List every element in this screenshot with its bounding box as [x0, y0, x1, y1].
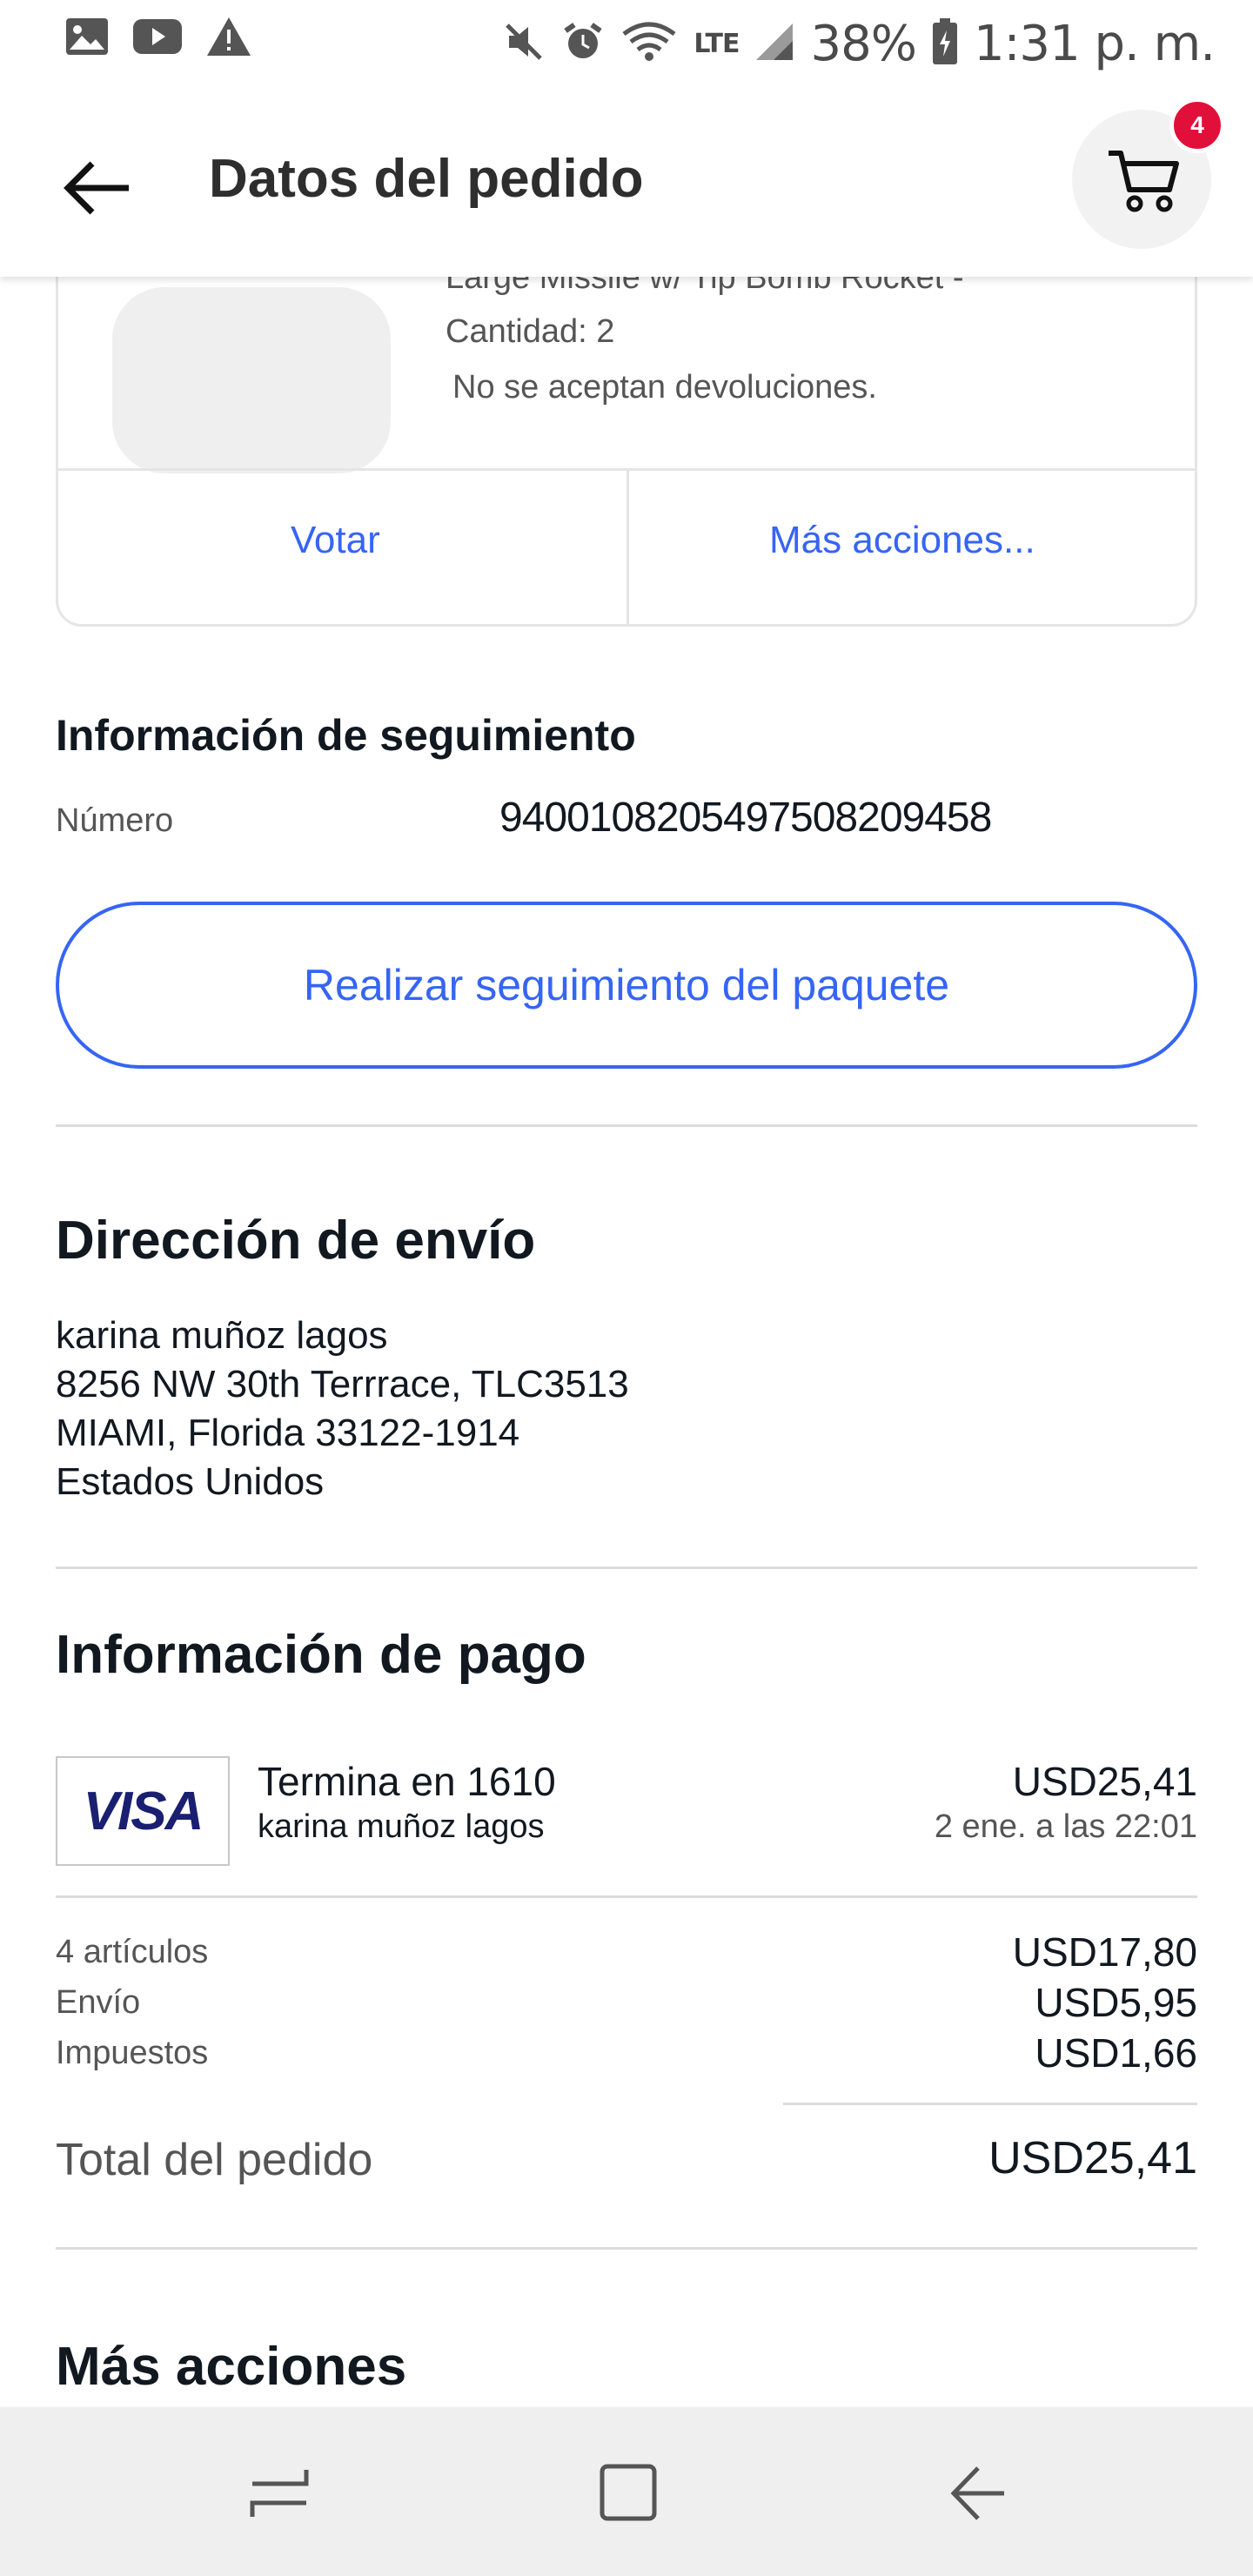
mute-icon: [502, 20, 546, 68]
item-returns-policy: No se aceptan devoluciones.: [452, 369, 877, 406]
order-details-content: Large Missile w/ Tip Bomb Rocket - Canti…: [0, 0, 1253, 2576]
wifi-icon: [620, 20, 678, 68]
home-icon: [599, 2463, 660, 2528]
address-country: Estados Unidos: [56, 1460, 325, 1503]
recents-icon: [249, 2465, 310, 2526]
tracking-title: Información de seguimiento: [56, 711, 636, 760]
subtotal-divider: [783, 2103, 1197, 2105]
card-ends-text: Termina en 1610: [258, 1759, 556, 1804]
youtube-icon: [132, 17, 183, 60]
summary-shipping-value: USD5,95: [1035, 1980, 1197, 2025]
app-bar: Datos del pedido: [0, 87, 1253, 277]
back-button[interactable]: [56, 144, 143, 231]
cart-icon: [1107, 148, 1180, 218]
summary-items-value: USD17,80: [1012, 1929, 1197, 1975]
more-actions-button[interactable]: Más acciones...: [769, 519, 1035, 562]
status-bar: LTE 38% 1:31 p. m.: [0, 0, 1253, 87]
divider: [56, 1895, 1197, 1898]
status-system-icons: LTE 38% 1:31 p. m.: [502, 9, 1216, 78]
system-nav-bar: [0, 2407, 1253, 2576]
image-icon: [64, 17, 110, 61]
card-holder-name: karina muñoz lagos: [258, 1808, 545, 1845]
item-thumbnail[interactable]: [112, 287, 391, 473]
card-vertical-divider: [626, 470, 629, 625]
clock: 1:31 p. m.: [973, 15, 1216, 72]
divider: [56, 2247, 1197, 2250]
payment-title: Información de pago: [56, 1625, 586, 1685]
arrow-left-icon: [56, 161, 143, 235]
summary-shipping-label: Envío: [56, 1984, 141, 2021]
battery-percent: 38%: [810, 15, 916, 72]
tracking-number-label: Número: [56, 802, 174, 839]
payment-date: 2 ene. a las 22:01: [934, 1808, 1197, 1845]
battery-icon: [932, 17, 958, 70]
visa-card-logo: VISA: [56, 1756, 230, 1866]
divider: [56, 1566, 1197, 1569]
page-title: Datos del pedido: [209, 149, 644, 209]
shipping-title: Dirección de envío: [56, 1211, 536, 1271]
address-street: 8256 NW 30th Terrrace, TLC3513: [56, 1363, 629, 1405]
summary-taxes-label: Impuestos: [56, 2035, 209, 2071]
item-quantity: Cantidad: 2: [446, 313, 615, 350]
address-city: MIAMI, Florida 33122-1914: [56, 1412, 520, 1454]
tracking-number: 9400108205497508209458: [499, 795, 992, 841]
track-package-button[interactable]: Realizar seguimiento del paquete: [56, 902, 1197, 1069]
recents-button[interactable]: [200, 2433, 357, 2546]
alarm-icon: [561, 20, 605, 68]
order-total-value: USD25,41: [988, 2133, 1197, 2184]
payment-amount: USD25,41: [1012, 1759, 1197, 1804]
signal-icon: [754, 22, 794, 66]
network-type: LTE: [694, 28, 740, 59]
more-actions-title: Más acciones: [56, 2337, 407, 2397]
nav-back-icon: [948, 2463, 1009, 2528]
order-total-label: Total del pedido: [56, 2135, 373, 2185]
divider: [56, 1124, 1197, 1127]
status-notification-icons: [64, 16, 252, 62]
cart-count-badge: 4: [1169, 97, 1225, 153]
warning-icon: [205, 16, 252, 62]
vote-button[interactable]: Votar: [291, 519, 380, 562]
summary-items-label: 4 artículos: [56, 1934, 209, 1970]
summary-taxes-value: USD1,66: [1035, 2030, 1197, 2076]
nav-back-button[interactable]: [901, 2433, 1058, 2546]
home-button[interactable]: [550, 2433, 707, 2546]
address-name: karina muñoz lagos: [56, 1314, 388, 1357]
